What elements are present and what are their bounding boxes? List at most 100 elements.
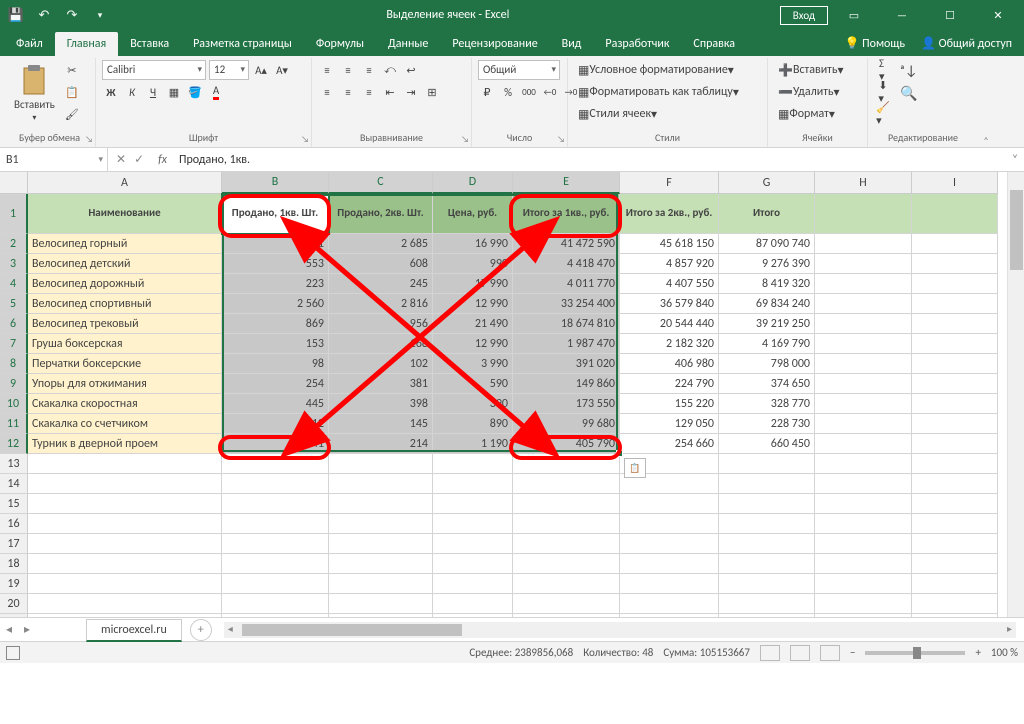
indent-increase-icon[interactable]: ⇥ [402, 82, 420, 102]
empty-cell[interactable] [513, 454, 620, 474]
empty-cell[interactable] [513, 474, 620, 494]
currency-icon[interactable]: ₽ [478, 82, 496, 102]
normal-view-icon[interactable] [760, 645, 780, 661]
data-cell[interactable]: 869 [222, 314, 329, 334]
data-cell[interactable]: 12 990 [433, 334, 513, 354]
row-header[interactable]: 21 [0, 614, 28, 617]
format-cells-button[interactable]: ▦ Формат ▾ [774, 104, 839, 124]
share-button[interactable]: 👤 Общий доступ [913, 31, 1020, 56]
empty-cell[interactable] [513, 574, 620, 594]
data-cell[interactable]: 2 816 [329, 294, 433, 314]
orientation-icon[interactable]: ⤺ [381, 60, 399, 80]
data-cell[interactable]: 39 219 250 [719, 314, 815, 334]
tab-help[interactable]: Справка [681, 32, 747, 56]
empty-cell[interactable] [912, 514, 998, 534]
data-cell[interactable]: 4 857 920 [620, 254, 719, 274]
data-cell[interactable]: 2 441 [222, 234, 329, 254]
fill-handle[interactable] [616, 450, 623, 457]
accept-formula-icon[interactable]: ✓ [134, 152, 144, 167]
empty-cell[interactable] [433, 594, 513, 614]
empty-cell[interactable] [815, 594, 912, 614]
select-all-corner[interactable] [0, 172, 28, 194]
cut-icon[interactable]: ✂ [63, 60, 81, 80]
percent-icon[interactable]: % [499, 82, 517, 102]
comma-icon[interactable]: 000 [520, 82, 538, 102]
header-cell[interactable]: Итого [719, 194, 815, 234]
empty-cell[interactable] [815, 514, 912, 534]
empty-cell[interactable] [433, 554, 513, 574]
row-header[interactable]: 15 [0, 494, 28, 514]
tab-formulas[interactable]: Формулы [304, 32, 376, 56]
data-cell[interactable]: 16 990 [433, 234, 513, 254]
data-cell[interactable]: 2 560 [222, 294, 329, 314]
dialog-launcher-icon[interactable]: ↘ [301, 134, 309, 145]
redo-icon[interactable]: ↷ [64, 7, 80, 23]
cancel-formula-icon[interactable]: ✕ [116, 152, 126, 167]
data-cell[interactable]: 1 987 470 [513, 334, 620, 354]
row-header[interactable]: 6 [0, 314, 28, 334]
data-cell[interactable] [815, 374, 912, 394]
clear-icon[interactable]: 🧹 ▾ [874, 104, 892, 124]
empty-cell[interactable] [329, 454, 433, 474]
bold-button[interactable]: Ж [102, 82, 120, 102]
tab-file[interactable]: Файл [4, 32, 55, 56]
data-cell[interactable]: 21 490 [433, 314, 513, 334]
macro-record-icon[interactable] [6, 646, 20, 660]
empty-cell[interactable] [433, 614, 513, 617]
zoom-level[interactable]: 100 % [991, 646, 1018, 659]
empty-cell[interactable] [28, 514, 222, 534]
empty-cell[interactable] [433, 494, 513, 514]
font-name-combo[interactable]: Calibri [102, 60, 206, 80]
header-cell[interactable]: Продано, 1кв. Шт. [222, 194, 329, 234]
cell-grid[interactable]: НаименованиеПродано, 1кв. Шт.Продано, 2к… [28, 194, 998, 617]
data-cell[interactable]: 36 579 840 [620, 294, 719, 314]
data-cell[interactable]: 155 220 [620, 394, 719, 414]
scroll-thumb[interactable] [1010, 190, 1023, 270]
increase-decimal-icon[interactable]: ←0 [541, 82, 559, 102]
data-cell[interactable]: 17 990 [433, 274, 513, 294]
font-color-icon[interactable]: А [207, 82, 225, 102]
page-layout-view-icon[interactable] [790, 645, 810, 661]
row-header[interactable]: 3 [0, 254, 28, 274]
data-cell[interactable] [912, 354, 998, 374]
data-cell[interactable] [815, 414, 912, 434]
empty-cell[interactable] [719, 514, 815, 534]
empty-cell[interactable] [719, 494, 815, 514]
empty-cell[interactable] [815, 494, 912, 514]
formula-input[interactable]: Продано, 1кв. [173, 148, 1006, 171]
empty-cell[interactable] [222, 494, 329, 514]
name-cell[interactable]: Груша боксерская [28, 334, 222, 354]
data-cell[interactable] [912, 374, 998, 394]
empty-cell[interactable] [329, 514, 433, 534]
row-header[interactable]: 12 [0, 434, 28, 454]
data-cell[interactable]: 41 472 590 [513, 234, 620, 254]
empty-cell[interactable] [433, 574, 513, 594]
data-cell[interactable] [815, 294, 912, 314]
name-cell[interactable]: Турник в дверной проем [28, 434, 222, 454]
tab-layout[interactable]: Разметка страницы [181, 32, 304, 56]
data-cell[interactable]: 99 680 [513, 414, 620, 434]
data-cell[interactable] [912, 254, 998, 274]
data-cell[interactable] [815, 354, 912, 374]
data-cell[interactable]: 69 834 240 [719, 294, 815, 314]
empty-cell[interactable] [912, 474, 998, 494]
data-cell[interactable]: 798 000 [719, 354, 815, 374]
empty-cell[interactable] [620, 614, 719, 617]
row-header[interactable]: 5 [0, 294, 28, 314]
dialog-launcher-icon[interactable]: ↘ [461, 134, 469, 145]
tab-home[interactable]: Главная [55, 32, 118, 56]
data-cell[interactable]: 98 [222, 354, 329, 374]
empty-cell[interactable] [912, 534, 998, 554]
page-break-view-icon[interactable] [820, 645, 840, 661]
name-cell[interactable]: Велосипед дорожный [28, 274, 222, 294]
number-format-combo[interactable]: Общий [478, 60, 560, 80]
row-header[interactable]: 13 [0, 454, 28, 474]
empty-cell[interactable] [433, 474, 513, 494]
data-cell[interactable] [912, 274, 998, 294]
header-cell[interactable]: Итого за 1кв., руб. [513, 194, 620, 234]
empty-cell[interactable] [28, 594, 222, 614]
empty-cell[interactable] [719, 554, 815, 574]
data-cell[interactable]: 8 419 320 [719, 274, 815, 294]
column-header[interactable]: I [912, 172, 998, 194]
data-cell[interactable]: 45 618 150 [620, 234, 719, 254]
